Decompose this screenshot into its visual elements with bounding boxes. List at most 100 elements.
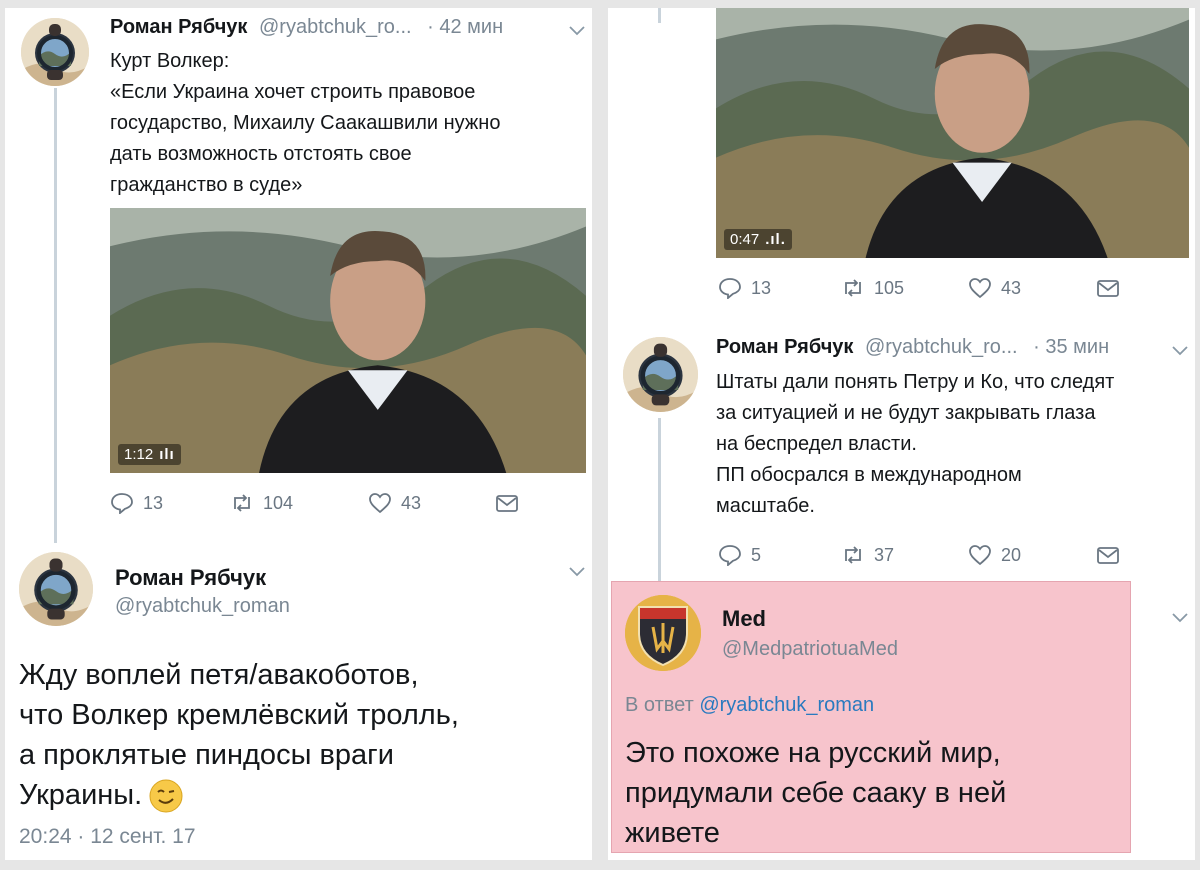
video-frame bbox=[110, 208, 586, 473]
heart-icon bbox=[968, 277, 992, 299]
video-duration: 1:12 bbox=[124, 446, 154, 463]
chevron-down-icon[interactable] bbox=[1170, 344, 1190, 358]
tweet-line: Это похоже на русский мир, bbox=[625, 737, 1001, 769]
tweet-volker-continued[interactable]: 0:47 .ıl. 13 105 43 bbox=[608, 8, 1195, 318]
tweet-line: а проклятые пиндосы враги bbox=[19, 739, 394, 771]
reply-count: 13 bbox=[751, 277, 772, 298]
tweet-main[interactable]: Роман Рябчук @ryabtchuk_roman Жду воплей… bbox=[5, 543, 592, 860]
like-button[interactable]: 43 bbox=[968, 277, 1021, 299]
direct-message-button[interactable] bbox=[1096, 544, 1129, 566]
tweet-text: Жду воплей петя/авакоботов, что Волкер к… bbox=[19, 655, 459, 815]
tweet-line: Украины. bbox=[19, 775, 459, 815]
tweet-line: дать возможность отстоять свое bbox=[110, 143, 412, 165]
tweet-line: Курт Волкер: bbox=[110, 50, 230, 72]
tweet-text: Штаты дали понять Петру и Ко, что следят… bbox=[716, 367, 1114, 522]
tweet-line: масштабе. bbox=[716, 495, 815, 517]
like-count: 43 bbox=[1001, 277, 1022, 298]
reply-count: 5 bbox=[751, 544, 762, 565]
reply-handle-link[interactable]: @ryabtchuk_roman bbox=[699, 694, 874, 716]
donbas-avatar[interactable] bbox=[625, 595, 701, 671]
reply-tweet-highlighted[interactable]: Med @MedpatriotuaMed В ответ @ryabtchuk_… bbox=[611, 581, 1131, 853]
retweet-icon bbox=[841, 544, 865, 566]
like-count: 43 bbox=[401, 492, 422, 513]
like-button[interactable]: 43 bbox=[368, 492, 421, 514]
wink-emoji-icon bbox=[148, 778, 184, 814]
author-name[interactable]: Роман Рябчук bbox=[115, 565, 266, 591]
heart-icon bbox=[368, 492, 392, 514]
tweet-header: Роман Рябчук @ryabtchuk_ro... · 35 мин bbox=[716, 336, 1109, 359]
tweet-text: Это похоже на русский мир, придумали себ… bbox=[625, 733, 1006, 853]
reply-icon bbox=[718, 277, 742, 299]
tweet-states[interactable]: Роман Рябчук @ryabtchuk_ro... · 35 мин Ш… bbox=[608, 323, 1195, 578]
retweet-count: 105 bbox=[874, 277, 905, 298]
tweet-text: Курт Волкер: «Если Украина хочет строить… bbox=[110, 46, 500, 201]
tweet-line: что Волкер кремлёвский тролль, bbox=[19, 699, 459, 731]
reply-button[interactable]: 5 bbox=[718, 544, 761, 566]
author-name[interactable]: Med bbox=[722, 606, 766, 632]
video-duration-badge: 1:12 ılı bbox=[118, 444, 181, 465]
reply-icon bbox=[110, 492, 134, 514]
envelope-icon bbox=[495, 492, 519, 514]
tweet-line: Штаты дали понять Петру и Ко, что следят bbox=[716, 371, 1115, 393]
reply-count: 13 bbox=[143, 492, 164, 513]
heart-icon bbox=[968, 544, 992, 566]
retweet-icon bbox=[841, 277, 865, 299]
video-frame bbox=[716, 8, 1189, 258]
avatar[interactable] bbox=[21, 18, 89, 86]
retweet-button[interactable]: 37 bbox=[841, 544, 894, 566]
tweet-line: гражданство в суде» bbox=[110, 174, 303, 196]
envelope-icon bbox=[1096, 277, 1120, 299]
tweet-line: за ситуацией и не будут закрывать глаза bbox=[716, 402, 1096, 424]
video-player[interactable]: 0:47 .ıl. bbox=[716, 8, 1189, 258]
tweet-actions: 5 37 20 bbox=[718, 544, 1138, 570]
video-duration: 0:47 bbox=[730, 231, 760, 248]
reply-context: В ответ @ryabtchuk_roman bbox=[625, 694, 874, 717]
retweet-icon bbox=[230, 492, 254, 514]
direct-message-button[interactable] bbox=[1096, 277, 1129, 299]
left-screenshot-panel: Роман Рябчук @ryabtchuk_ro... · 42 мин К… bbox=[5, 8, 592, 860]
tweet-line: государство, Михаилу Саакашвили нужно bbox=[110, 112, 501, 134]
tweet-line: «Если Украина хочет строить правовое bbox=[110, 81, 476, 103]
author-name[interactable]: Роман Рябчук bbox=[110, 16, 247, 38]
tweet-actions: 13 105 43 bbox=[718, 277, 1138, 303]
like-button[interactable]: 20 bbox=[968, 544, 1021, 566]
tweet-line: ПП обосрался в международном bbox=[716, 464, 1022, 486]
video-player[interactable]: 1:12 ılı bbox=[110, 208, 586, 473]
tweet-volker[interactable]: Роман Рябчук @ryabtchuk_ro... · 42 мин К… bbox=[5, 8, 592, 538]
reply-button[interactable]: 13 bbox=[110, 492, 163, 514]
reply-icon bbox=[718, 544, 742, 566]
audio-bars-icon: ılı bbox=[159, 446, 175, 463]
author-handle[interactable]: @ryabtchuk_ro... bbox=[259, 16, 412, 38]
author-handle[interactable]: @ryabtchuk_roman bbox=[115, 595, 290, 618]
retweet-button[interactable]: 104 bbox=[230, 492, 293, 514]
reply-button[interactable]: 13 bbox=[718, 277, 771, 299]
retweet-count: 37 bbox=[874, 544, 895, 565]
right-screenshot-panel: 0:47 .ıl. 13 105 43 Роман Рябчук @ryabtc… bbox=[608, 8, 1195, 860]
tweet-actions: 13 104 43 bbox=[110, 492, 530, 518]
tweet-line-text: Украины. bbox=[19, 779, 143, 811]
tweet-time[interactable]: · 42 мин bbox=[427, 16, 503, 38]
chevron-down-icon[interactable] bbox=[567, 565, 587, 579]
shield-icon bbox=[625, 595, 701, 671]
video-duration-badge: 0:47 .ıl. bbox=[724, 229, 792, 250]
avatar[interactable] bbox=[623, 337, 698, 412]
like-count: 20 bbox=[1001, 544, 1022, 565]
tweet-line: придумали себе сааку в ней bbox=[625, 777, 1007, 809]
author-handle[interactable]: @ryabtchuk_ro... bbox=[865, 336, 1018, 358]
avatar[interactable] bbox=[19, 552, 93, 626]
chevron-down-icon[interactable] bbox=[1170, 611, 1190, 625]
tweet-line: живете bbox=[625, 817, 720, 849]
tweet-time[interactable]: · 35 мин bbox=[1033, 336, 1109, 358]
direct-message-button[interactable] bbox=[495, 492, 528, 514]
reply-prefix: В ответ bbox=[625, 694, 694, 716]
author-handle[interactable]: @MedpatriotuaMed bbox=[722, 638, 898, 661]
audio-bars-icon: .ıl. bbox=[765, 231, 786, 248]
retweet-button[interactable]: 105 bbox=[841, 277, 904, 299]
chevron-down-icon[interactable] bbox=[567, 24, 587, 38]
envelope-icon bbox=[1096, 544, 1120, 566]
tweet-header: Роман Рябчук @ryabtchuk_ro... · 42 мин bbox=[110, 16, 503, 39]
tweet-timestamp[interactable]: 20:24 · 12 сент. 17 bbox=[19, 825, 196, 849]
author-name[interactable]: Роман Рябчук bbox=[716, 336, 853, 358]
tweet-line: на беспредел власти. bbox=[716, 433, 917, 455]
retweet-count: 104 bbox=[263, 492, 294, 513]
